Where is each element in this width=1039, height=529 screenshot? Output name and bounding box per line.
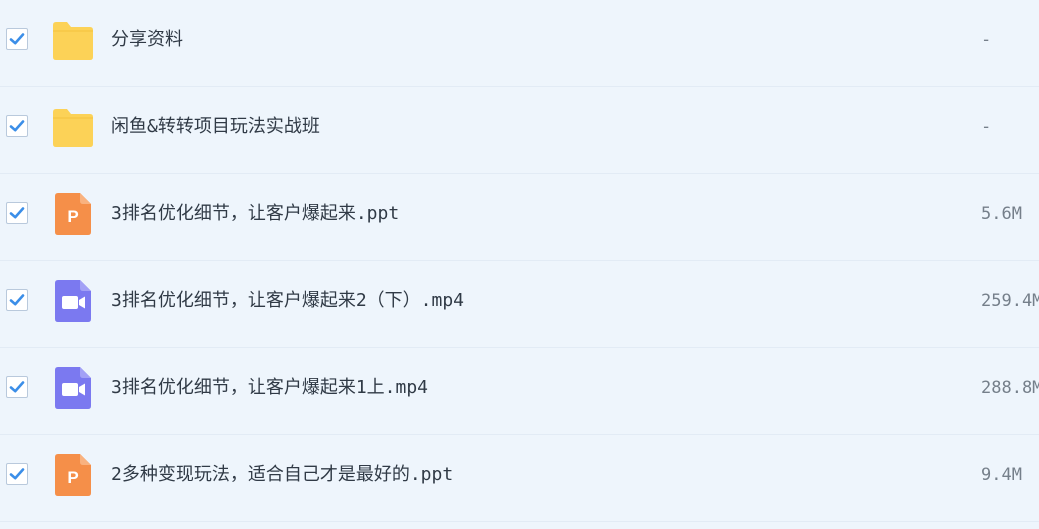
- file-name[interactable]: 3排名优化细节，让客户爆起来.ppt: [111, 202, 399, 226]
- file-size: -: [981, 30, 992, 50]
- check-mark-icon: [9, 207, 25, 219]
- check-mark-icon: [9, 120, 25, 132]
- ppt-file-icon: P: [55, 454, 91, 496]
- video-file-icon: [55, 367, 91, 409]
- file-name[interactable]: 3排名优化细节，让客户爆起来1上.mp4: [111, 376, 428, 400]
- file-row[interactable]: 3排名优化细节，让客户爆起来2（下）.mp4 259.4M: [0, 261, 1039, 348]
- file-size: 9.4M: [981, 465, 1022, 485]
- row-checkbox[interactable]: [6, 289, 28, 311]
- ppt-file-icon: P: [55, 193, 91, 235]
- file-name[interactable]: 分享资料: [111, 28, 183, 52]
- file-row[interactable]: 分享资料 -: [0, 0, 1039, 87]
- file-row[interactable]: P 2多种变现玩法，适合自己才是最好的.ppt 9.4M: [0, 435, 1039, 522]
- folder-icon: [53, 109, 93, 147]
- ppt-letter: P: [67, 468, 78, 487]
- file-size: 5.6M: [981, 204, 1022, 224]
- file-row[interactable]: P 3排名优化细节，让客户爆起来.ppt 5.6M: [0, 174, 1039, 261]
- file-list: 分享资料 - 闲鱼&转转项目玩法实战班 - P 3排名优化细节，让客户爆起来.p…: [0, 0, 1039, 529]
- file-row[interactable]: 3排名优化细节，让客户爆起来1上.mp4 288.8M: [0, 348, 1039, 435]
- ppt-letter: P: [67, 207, 78, 226]
- video-file-icon: [55, 280, 91, 322]
- file-size: 288.8M: [981, 378, 1039, 398]
- row-checkbox[interactable]: [6, 115, 28, 137]
- file-name[interactable]: 闲鱼&转转项目玩法实战班: [111, 115, 320, 139]
- row-checkbox[interactable]: [6, 202, 28, 224]
- file-size: -: [981, 117, 992, 137]
- folder-icon: [53, 22, 93, 60]
- row-checkbox[interactable]: [6, 28, 28, 50]
- check-mark-icon: [9, 381, 25, 393]
- file-name[interactable]: 3排名优化细节，让客户爆起来2（下）.mp4: [111, 289, 464, 313]
- check-mark-icon: [9, 33, 25, 45]
- row-checkbox[interactable]: [6, 376, 28, 398]
- check-mark-icon: [9, 468, 25, 480]
- file-name[interactable]: 2多种变现玩法，适合自己才是最好的.ppt: [111, 463, 453, 487]
- file-row[interactable]: 闲鱼&转转项目玩法实战班 -: [0, 87, 1039, 174]
- file-size: 259.4M: [981, 291, 1039, 311]
- check-mark-icon: [9, 294, 25, 306]
- row-checkbox[interactable]: [6, 463, 28, 485]
